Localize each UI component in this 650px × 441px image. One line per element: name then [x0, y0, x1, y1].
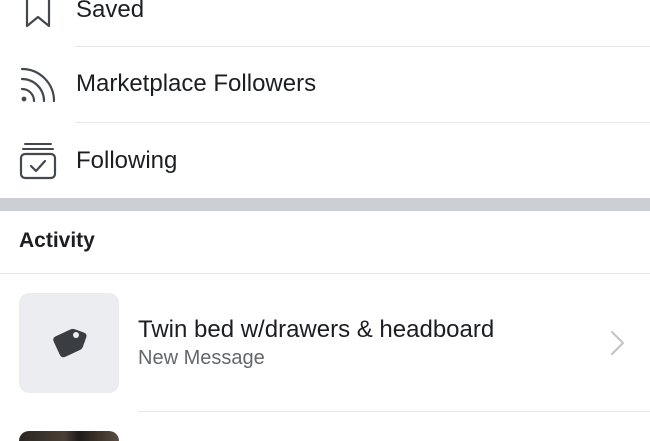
bookmark-icon [16, 0, 60, 33]
following-box-icon [16, 137, 60, 181]
activity-item-title: Twin bed w/drawers & headboard [138, 316, 495, 343]
activity-item[interactable]: Twin bed w/drawers & headboard New Messa… [0, 274, 650, 410]
listing-thumbnail [19, 293, 119, 393]
menu-item-label: Saved [76, 0, 145, 23]
activity-header: Activity [19, 229, 95, 252]
menu-item-following[interactable]: Following [0, 123, 650, 199]
price-tag-icon [47, 319, 91, 368]
menu-item-label: Following [76, 147, 178, 174]
marketplace-menu-screen: Saved Marketplace Followers Following Ac… [0, 0, 650, 441]
listing-thumbnail-photo[interactable] [19, 431, 119, 441]
menu-item-saved[interactable]: Saved [0, 0, 650, 48]
section-separator [0, 198, 650, 211]
activity-item-subtitle: New Message [138, 347, 265, 369]
divider [138, 411, 650, 412]
rss-feed-icon [16, 63, 60, 107]
menu-item-label: Marketplace Followers [76, 70, 317, 97]
chevron-right-icon [606, 329, 630, 357]
menu-item-marketplace-followers[interactable]: Marketplace Followers [0, 47, 650, 123]
